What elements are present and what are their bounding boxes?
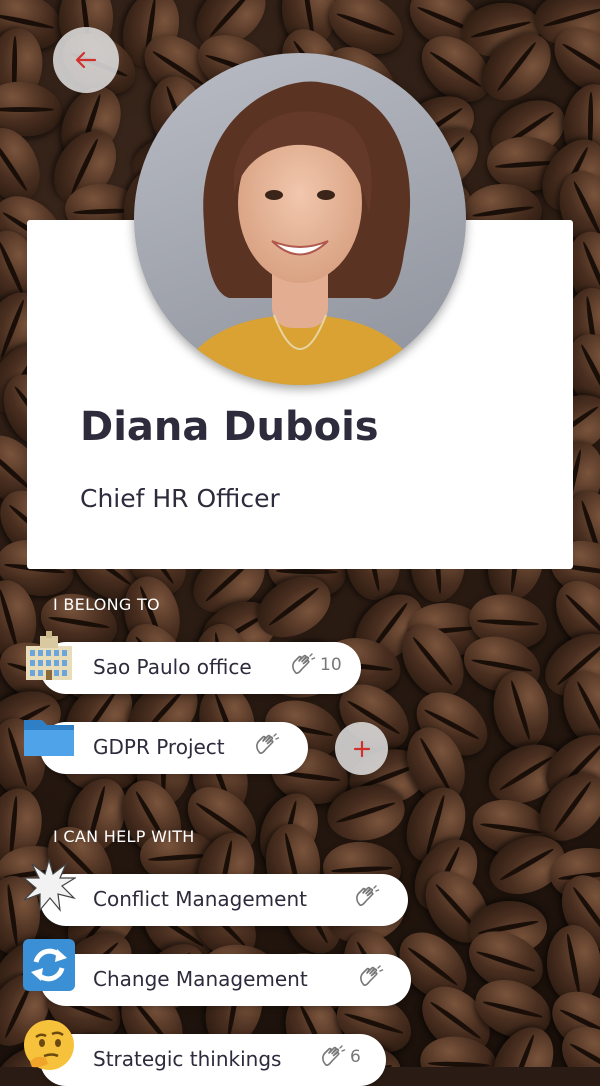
add-group-button[interactable] [335, 722, 388, 775]
back-button[interactable] [53, 27, 119, 93]
clapping-hands-icon [292, 653, 316, 675]
folder-icon [24, 720, 74, 756]
clapping-hands-icon [256, 733, 280, 755]
clapping-hands-icon [356, 885, 380, 907]
profile-name: Diana Dubois [80, 404, 379, 450]
refresh-arrows-icon [23, 939, 75, 991]
clap-count: 6 [350, 1047, 361, 1067]
help-item-strategic-thinkings[interactable]: Strategic thinkings 6 [40, 1034, 386, 1086]
clap-count: 10 [320, 655, 342, 675]
avatar [134, 53, 466, 385]
belong-item-gdpr[interactable]: GDPR Project [40, 722, 308, 774]
clap-counter[interactable] [358, 965, 388, 989]
help-section-heading: I CAN HELP WITH [53, 827, 195, 846]
clapping-hands-icon [360, 965, 384, 987]
belong-item-label: GDPR Project [93, 735, 225, 759]
office-building-icon [26, 631, 72, 680]
help-item-change-management[interactable]: Change Management [40, 954, 411, 1006]
clap-counter[interactable] [254, 733, 284, 757]
belong-item-label: Sao Paulo office [93, 655, 252, 679]
clap-counter[interactable] [354, 885, 384, 909]
clap-counter[interactable]: 10 [290, 653, 342, 677]
help-item-conflict-management[interactable]: Conflict Management [40, 874, 408, 926]
thinking-face-icon [24, 1020, 74, 1070]
plus-icon [353, 740, 370, 757]
belong-section-heading: I BELONG TO [53, 595, 160, 614]
belong-item-sao-paulo[interactable]: Sao Paulo office 10 [40, 642, 361, 694]
help-item-label: Conflict Management [93, 887, 307, 911]
clap-counter[interactable]: 6 [320, 1045, 361, 1069]
collision-icon [22, 858, 76, 912]
help-item-label: Strategic thinkings [93, 1047, 282, 1071]
profile-role: Chief HR Officer [80, 484, 280, 513]
arrow-left-icon [75, 51, 97, 69]
help-item-label: Change Management [93, 967, 308, 991]
clapping-hands-icon [322, 1045, 346, 1067]
